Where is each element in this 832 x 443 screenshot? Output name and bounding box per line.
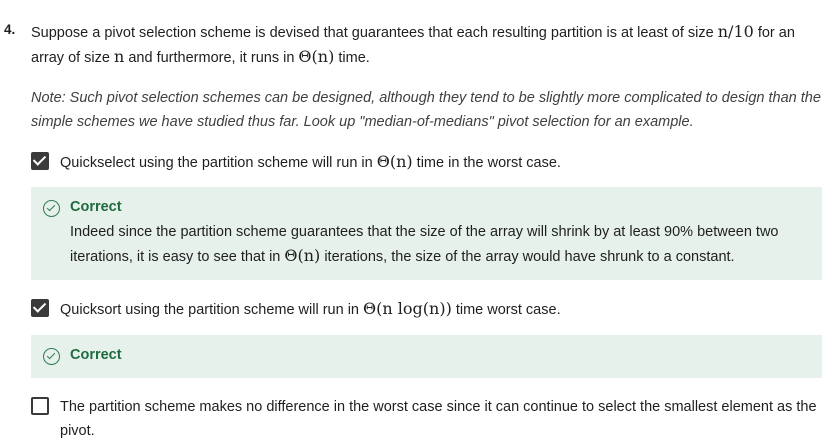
option-quicksort[interactable]: Quicksort using the partition scheme wil… [31,297,821,322]
math-n-over-10: n/10 [717,22,754,41]
math-n: n [114,47,125,66]
feedback-body: Indeed since the partition scheme guaran… [70,220,810,269]
math-theta-n: Θ(n) [284,246,321,265]
option-no-difference[interactable]: The partition scheme makes no difference… [31,395,821,443]
math-theta-n: Θ(n) [298,47,335,66]
question-note: Note: Such pivot selection schemes can b… [31,90,821,130]
checkbox-checked[interactable] [31,152,49,170]
feedback-title: Correct [70,199,122,215]
feedback-correct-quickselect: Correct Indeed since the partition schem… [31,187,822,280]
feedback-correct-quicksort: Correct [31,335,822,378]
feedback-text-b: iterations, the size of the array would … [324,249,735,265]
option-text-a: Quickselect using the partition scheme w… [60,155,373,171]
option-label[interactable]: Quicksort using the partition scheme wil… [31,297,821,322]
option-text-a: Quicksort using the partition scheme wil… [60,302,359,318]
check-circle-icon [43,200,60,217]
math-theta-n: Θ(n) [376,152,413,171]
question-text-a: Suppose a pivot selection scheme is devi… [31,25,714,41]
question-number: 4. [4,22,16,37]
question-text-d: time. [338,50,370,66]
checkbox-checked[interactable] [31,299,49,317]
question-text-c: and furthermore, it runs in [128,50,295,66]
checkbox-unchecked[interactable] [31,397,49,415]
question-text: Suppose a pivot selection scheme is devi… [31,20,821,70]
math-theta-n-log-n: Θ(n log(n)) [363,299,452,318]
option-text-b: time worst case. [455,302,561,318]
option-label[interactable]: Quickselect using the partition scheme w… [31,150,821,175]
option-text-b: time in the worst case. [416,155,561,171]
feedback-title: Correct [70,347,122,363]
option-label[interactable]: The partition scheme makes no difference… [31,395,821,443]
check-circle-icon [43,348,60,365]
option-quickselect[interactable]: Quickselect using the partition scheme w… [31,150,821,175]
